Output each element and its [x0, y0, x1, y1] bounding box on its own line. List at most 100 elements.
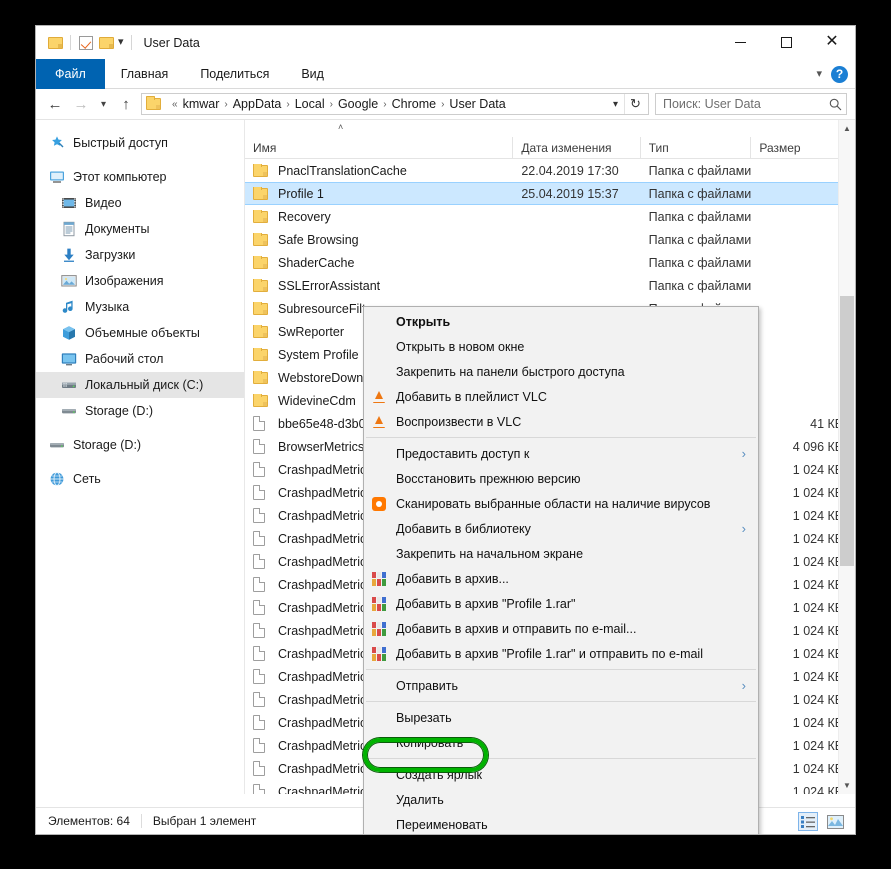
network-icon	[48, 470, 66, 488]
scrollbar-thumb[interactable]	[840, 296, 854, 566]
scroll-down-icon[interactable]: ▼	[839, 777, 855, 794]
file-name-label: SubresourceFilter	[278, 301, 377, 316]
menu-item-11[interactable]: Добавить в архив...	[364, 566, 758, 591]
menu-item-9[interactable]: Добавить в библиотеку ›	[364, 516, 758, 541]
close-button[interactable]: ✕	[809, 26, 855, 58]
properties-checkbox-icon[interactable]	[76, 33, 96, 53]
sidebar-item-10[interactable]: Storage (D:)	[36, 398, 244, 424]
minimize-button[interactable]	[717, 26, 763, 58]
sidebar-item-label: Музыка	[85, 300, 130, 314]
breadcrumb-item-user-data[interactable]: User Data	[445, 97, 509, 111]
table-row[interactable]: ShaderCache Папка с файлами	[245, 251, 855, 274]
address-bar[interactable]: « kmwar › AppData › Local › Google › Chr…	[141, 93, 649, 115]
table-row[interactable]: PnaclTranslationCache 22.04.2019 17:30 Пап…	[245, 159, 855, 182]
chevron-down-icon[interactable]: ▾	[607, 99, 624, 110]
menu-item-16[interactable]: Отправить ›	[364, 673, 758, 698]
column-header-type[interactable]: Тип	[641, 137, 752, 159]
tab-share[interactable]: Поделиться	[184, 59, 285, 89]
sidebar-item-7[interactable]: Объемные объекты	[36, 320, 244, 346]
back-button[interactable]: ←	[42, 91, 68, 117]
menu-item-4[interactable]: Воспроизвести в VLC	[364, 409, 758, 434]
scroll-up-icon[interactable]: ▲	[839, 120, 855, 137]
maximize-button[interactable]	[763, 26, 809, 58]
breadcrumb-overflow[interactable]: «	[171, 99, 179, 110]
menu-item-21[interactable]: Создать ярлык	[364, 762, 758, 787]
menu-item-6[interactable]: Предоставить доступ к ›	[364, 441, 758, 466]
sidebar-item-5[interactable]: Изображения	[36, 268, 244, 294]
large-icons-view-icon[interactable]	[825, 812, 845, 831]
sidebar-item-8[interactable]: Рабочий стол	[36, 346, 244, 372]
sidebar-item-4[interactable]: Загрузки	[36, 242, 244, 268]
menu-item-2[interactable]: Закрепить на панели быстрого доступа	[364, 359, 758, 384]
sidebar-item-2[interactable]: Видео	[36, 190, 244, 216]
winrar-icon	[368, 571, 390, 586]
menu-item-13[interactable]: Добавить в архив и отправить по e-mail..…	[364, 616, 758, 641]
help-icon[interactable]: ?	[831, 65, 848, 83]
sidebar-item-9[interactable]: Локальный диск (C:)	[36, 372, 244, 398]
cell-type: Папка с файлами	[648, 209, 752, 224]
menu-item-8[interactable]: Сканировать выбранные области на наличие…	[364, 491, 758, 516]
file-icon	[253, 439, 270, 454]
sidebar-item-label: Локальный диск (C:)	[85, 378, 204, 392]
menu-item-label: Добавить в архив "Profile 1.rar"	[396, 596, 576, 611]
folder-icon[interactable]	[45, 33, 65, 53]
tab-view[interactable]: Вид	[285, 59, 340, 89]
breadcrumb-item-kmwar[interactable]: kmwar	[179, 97, 224, 111]
breadcrumb-item-appdata[interactable]: AppData	[229, 97, 286, 111]
breadcrumb-item-chrome[interactable]: Chrome	[388, 97, 440, 111]
sidebar-item-label: Сеть	[73, 472, 101, 486]
expand-ribbon-icon[interactable]: ▾	[816, 68, 822, 80]
folder-icon	[146, 96, 163, 110]
column-header-date[interactable]: Дата изменения	[513, 137, 641, 159]
quick-access-toolbar: ▾ User Data	[36, 26, 200, 59]
table-row[interactable]: SSLErrorAssistant Папка с файлами	[245, 274, 855, 297]
sidebar-item-1[interactable]: Этот компьютер	[36, 164, 244, 190]
window-title: User Data	[143, 35, 200, 50]
sidebar-item-12[interactable]: Сеть	[36, 466, 244, 492]
file-name-label: PnaclTranslationCache	[278, 163, 407, 178]
cell-type: Папка с файлами	[648, 278, 752, 293]
forward-button[interactable]: →	[68, 91, 94, 117]
table-row[interactable]: Safe Browsing Папка с файлами	[245, 228, 855, 251]
search-box[interactable]: Поиск: User Data	[655, 93, 847, 115]
menu-item-7[interactable]: Восстановить прежнюю версию	[364, 466, 758, 491]
menu-item-19[interactable]: Копировать	[364, 730, 758, 755]
breadcrumb-item-google[interactable]: Google	[334, 97, 382, 111]
menu-item-3[interactable]: Добавить в плейлист VLC	[364, 384, 758, 409]
menu-item-22[interactable]: Удалить	[364, 787, 758, 812]
table-row[interactable]: Profile 1 25.04.2019 15:37 Папка с файлами	[245, 182, 855, 205]
menu-item-label: Восстановить прежнюю версию	[396, 471, 581, 486]
table-row[interactable]: Recovery Папка с файлами	[245, 205, 855, 228]
search-input[interactable]: Поиск: User Data	[663, 97, 829, 111]
up-button[interactable]: ↑	[113, 91, 139, 117]
drive-icon	[60, 402, 78, 420]
menu-item-label: Отправить	[396, 678, 458, 693]
tab-file[interactable]: Файл	[36, 59, 105, 89]
menu-item-label: Добавить в архив и отправить по e-mail..…	[396, 621, 637, 636]
local-disk-icon	[60, 376, 78, 394]
recent-locations-button[interactable]: ▾	[94, 91, 113, 117]
divider	[130, 35, 132, 50]
sidebar-item-11[interactable]: Storage (D:)	[36, 432, 244, 458]
menu-item-10[interactable]: Закрепить на начальном экране	[364, 541, 758, 566]
sidebar-item-label: Быстрый доступ	[73, 136, 168, 150]
menu-item-12[interactable]: Добавить в архив "Profile 1.rar"	[364, 591, 758, 616]
sidebar-item-0[interactable]: Быстрый доступ	[36, 130, 244, 156]
vertical-scrollbar[interactable]: ▲ ▼	[838, 120, 855, 794]
file-name-label: SSLErrorAssistant	[278, 278, 381, 293]
menu-item-23[interactable]: Переименовать	[364, 812, 758, 834]
menu-item-1[interactable]: Открыть в новом окне	[364, 334, 758, 359]
breadcrumb-item-local[interactable]: Local	[291, 97, 329, 111]
sidebar-item-3[interactable]: Документы	[36, 216, 244, 242]
sidebar-item-6[interactable]: Музыка	[36, 294, 244, 320]
menu-item-18[interactable]: Вырезать	[364, 705, 758, 730]
chevron-down-icon[interactable]: ▾	[118, 37, 124, 48]
menu-item-0[interactable]: Открыть	[364, 309, 758, 334]
column-header-name[interactable]: Имя	[245, 137, 514, 159]
tab-home[interactable]: Главная	[105, 59, 185, 89]
details-view-icon[interactable]	[798, 812, 818, 831]
menu-item-14[interactable]: Добавить в архив "Profile 1.rar" и отпра…	[364, 641, 758, 666]
refresh-icon[interactable]: ↻	[624, 94, 646, 114]
new-folder-icon[interactable]	[96, 33, 116, 53]
cell-type: Папка с файлами	[648, 255, 752, 270]
